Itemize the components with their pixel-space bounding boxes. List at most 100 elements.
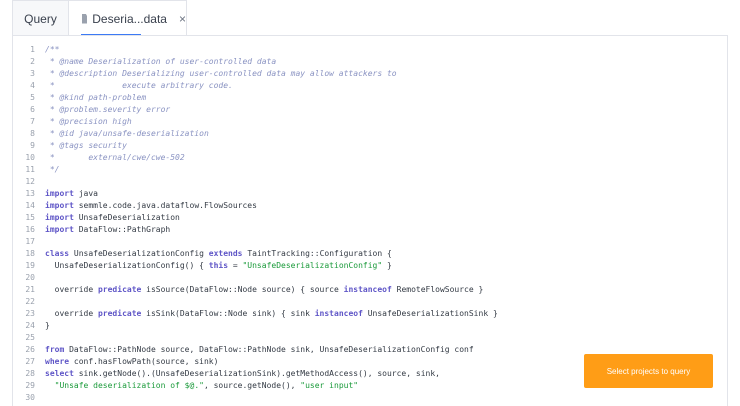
code-text: * @kind path-problem <box>35 92 727 104</box>
tab-query[interactable]: Query <box>12 0 69 36</box>
code-token: * @tags security <box>45 141 127 150</box>
code-keyword: predicate <box>97 309 142 318</box>
code-text: UnsafeDeserializationConfig() { this = "… <box>35 260 727 272</box>
code-text: * @problem.severity error <box>35 104 727 116</box>
code-token: } <box>45 321 50 330</box>
code-keyword: instanceof <box>314 309 363 318</box>
code-line: 7 * @precision high <box>13 116 727 128</box>
line-number: 2 <box>30 57 35 66</box>
code-token: isSink(DataFlow::Node sink) { sink <box>141 309 315 318</box>
code-text: * external/cwe/cwe-502 <box>35 152 727 164</box>
code-line: 22 <box>13 296 727 308</box>
code-line: 8 * @id java/unsafe-deserialization <box>13 128 727 140</box>
code-text: override predicate isSource(DataFlow::No… <box>35 284 727 296</box>
code-token: * @kind path-problem <box>45 93 147 102</box>
file-icon <box>82 13 88 24</box>
line-number: 27 <box>25 357 35 366</box>
code-token: DataFlow::PathNode source, DataFlow::Pat… <box>64 345 474 354</box>
code-text: */ <box>35 164 727 176</box>
line-number: 13 <box>25 189 35 198</box>
code-string: "Unsafe deserialization of $@." <box>54 381 204 390</box>
line-number: 1 <box>30 45 35 54</box>
code-text: * @precision high <box>35 116 727 128</box>
line-number: 24 <box>25 321 35 330</box>
code-token: UnsafeDeserializationConfig <box>69 249 209 258</box>
code-keyword: extends <box>208 249 243 258</box>
code-text: import java <box>35 188 727 200</box>
code-text: import UnsafeDeserialization <box>35 212 727 224</box>
code-line: 13 import java <box>13 188 727 200</box>
code-text: * @id java/unsafe-deserialization <box>35 128 727 140</box>
code-line: 2 * @name Deserialization of user-contro… <box>13 56 727 68</box>
line-number: 5 <box>30 93 35 102</box>
code-line: 24} <box>13 320 727 332</box>
code-line: 10 * external/cwe/cwe-502 <box>13 152 727 164</box>
line-number: 22 <box>25 297 35 306</box>
code-token: conf.hasFlowPath(source, sink) <box>69 357 219 366</box>
code-keyword: this <box>208 261 229 270</box>
line-number: 28 <box>25 369 35 378</box>
code-line: 20 <box>13 272 727 284</box>
line-number: 23 <box>25 309 35 318</box>
line-number: 10 <box>25 153 35 162</box>
code-line: 15 import UnsafeDeserialization <box>13 212 727 224</box>
code-text: * @tags security <box>35 140 727 152</box>
tab-file-label: Deseria...data <box>92 11 167 26</box>
line-number: 18 <box>25 249 35 258</box>
code-token: * @problem.severity error <box>45 105 171 114</box>
code-token: * @name Deserialization of user-controll… <box>45 57 277 66</box>
code-keyword: where <box>45 357 70 366</box>
line-number: 3 <box>30 69 35 78</box>
line-number: 25 <box>25 333 35 342</box>
line-number: 16 <box>25 225 35 234</box>
code-editor[interactable]: 1 /** 2 * @name Deserialization of user-co… <box>12 35 728 406</box>
code-token: * @id java/unsafe-deserialization <box>45 129 209 138</box>
line-number: 30 <box>25 393 35 402</box>
code-token: */ <box>45 165 60 174</box>
code-line: 25 <box>13 332 727 344</box>
code-line: 5 * @kind path-problem <box>13 92 727 104</box>
code-token: RemoteFlowSource } <box>391 285 484 294</box>
code-token: UnsafeDeserializationSink } <box>362 309 498 318</box>
line-number: 17 <box>25 237 35 246</box>
line-number: 8 <box>30 129 35 138</box>
code-keyword: select <box>45 369 74 378</box>
select-projects-button[interactable]: Select projects to query <box>584 354 713 388</box>
code-token: DataFlow::PathGraph <box>73 225 171 234</box>
code-line: 18 class UnsafeDeserializationConfig exte… <box>13 248 727 260</box>
line-number: 26 <box>25 345 35 354</box>
code-text: * @description Deserializing user-contro… <box>35 68 727 80</box>
code-keyword: import <box>45 201 74 210</box>
code-string: "UnsafeDeserializationConfig" <box>242 261 383 270</box>
code-keyword: predicate <box>97 285 142 294</box>
code-line: 6 * @problem.severity error <box>13 104 727 116</box>
line-number: 6 <box>30 105 35 114</box>
code-text: import DataFlow::PathGraph <box>35 224 727 236</box>
code-text: * execute arbitrary code. <box>35 80 727 92</box>
code-token: TaintTracking::Configuration { <box>242 249 392 258</box>
line-number: 9 <box>30 141 35 150</box>
line-number: 19 <box>25 261 35 270</box>
tab-deserialization-file[interactable]: Deseria...data × <box>68 0 187 36</box>
code-line: 11 */ <box>13 164 727 176</box>
code-token: sink.getNode().(UnsafeDeserializationSin… <box>73 369 440 378</box>
code-token: * @precision high <box>45 117 132 126</box>
line-number: 20 <box>25 273 35 282</box>
code-keyword: import <box>45 225 74 234</box>
code-line: 21 override predicate isSource(DataFlow:… <box>13 284 727 296</box>
code-line: 4 * execute arbitrary code. <box>13 80 727 92</box>
code-lines: 1 /** 2 * @name Deserialization of user-co… <box>13 44 727 404</box>
line-number: 7 <box>30 117 35 126</box>
line-number: 21 <box>25 285 35 294</box>
code-token: override <box>45 309 98 318</box>
code-token: * external/cwe/cwe-502 <box>45 153 185 162</box>
code-text: } <box>35 320 727 332</box>
tab-query-label: Query <box>24 11 57 26</box>
close-icon[interactable]: × <box>179 12 186 26</box>
code-line: 1 /** <box>13 44 727 56</box>
code-keyword: import <box>45 189 74 198</box>
code-text: override predicate isSink(DataFlow::Node… <box>35 308 727 320</box>
